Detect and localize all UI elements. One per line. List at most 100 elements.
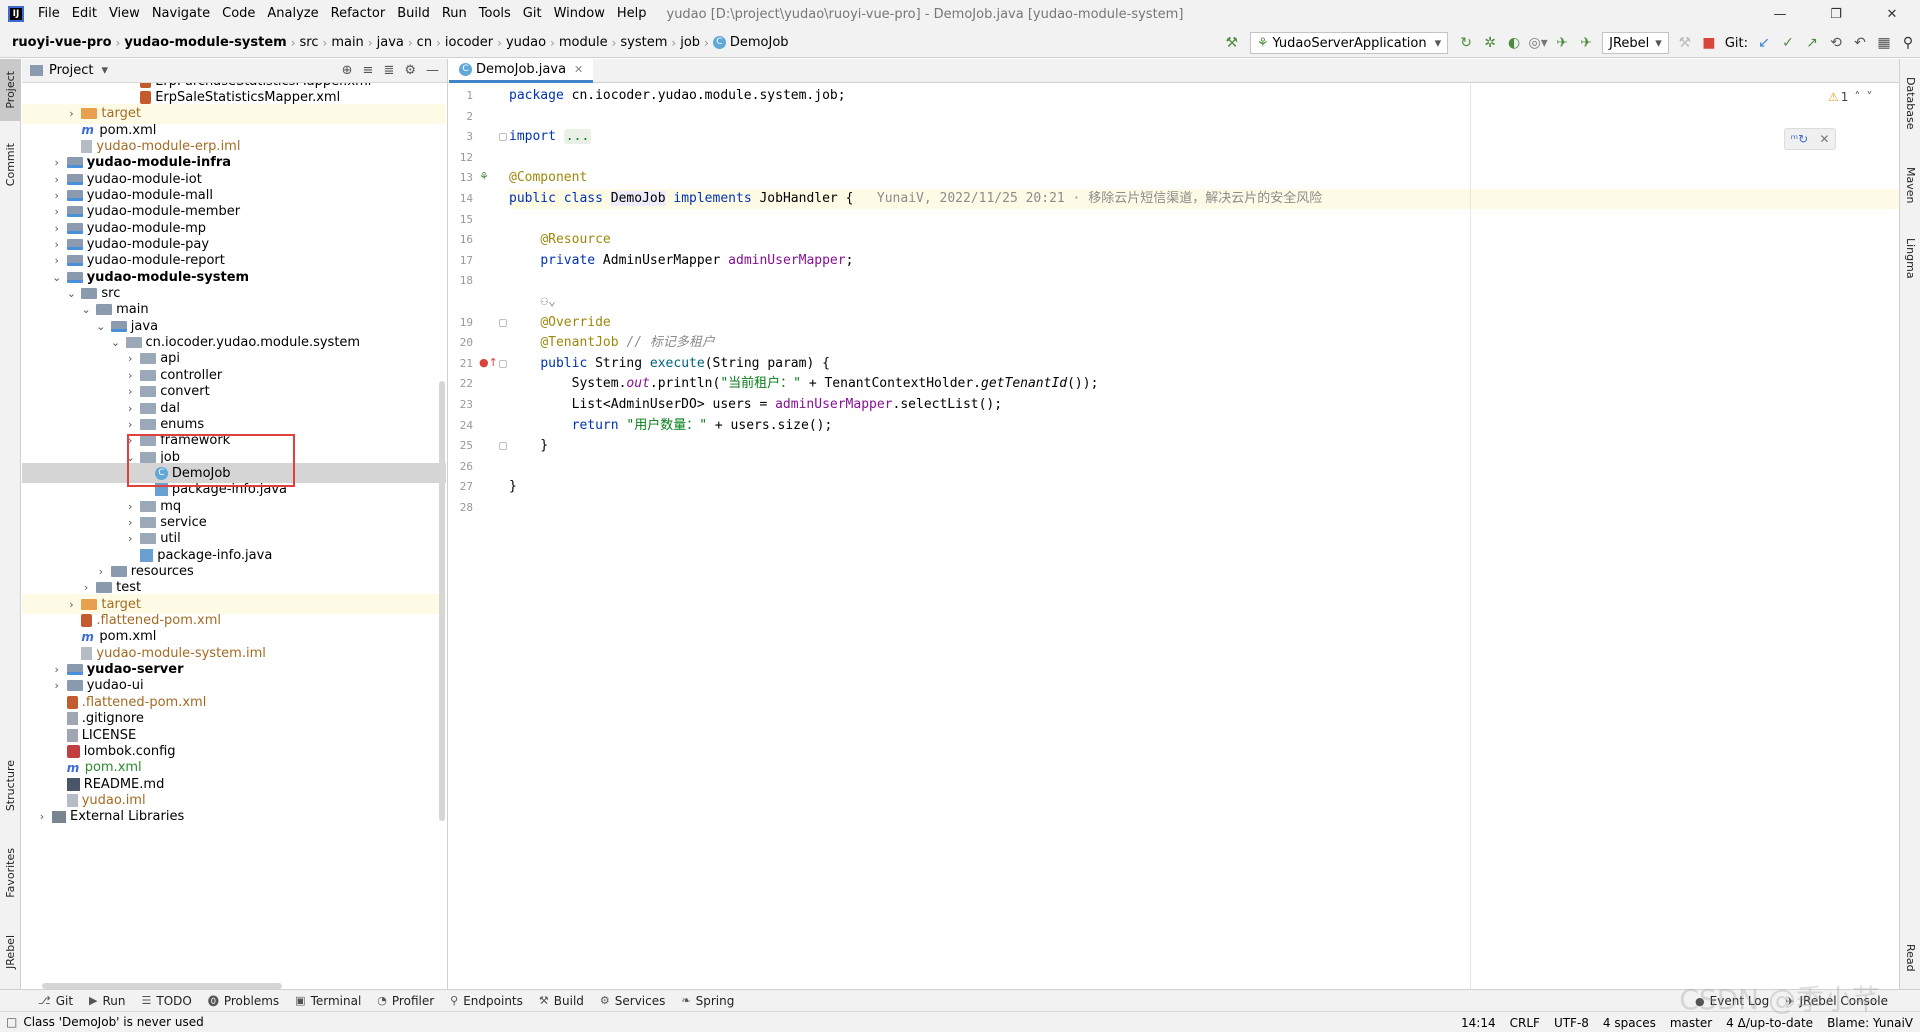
status-item[interactable]: 14:14 xyxy=(1454,1016,1503,1030)
chevron-right-icon[interactable]: › xyxy=(51,189,63,202)
menu-edit[interactable]: Edit xyxy=(66,0,103,28)
tab-project[interactable]: Project xyxy=(0,59,21,121)
chevron-right-icon[interactable]: › xyxy=(95,565,107,578)
tool-build-button[interactable]: ⚒ Build xyxy=(531,994,592,1008)
stop-icon[interactable]: ■ xyxy=(1697,31,1721,55)
git-commit-icon[interactable]: ✓ xyxy=(1776,31,1800,55)
chevron-right-icon[interactable]: › xyxy=(51,254,63,267)
breadcrumb-item[interactable]: job xyxy=(676,35,704,50)
tool-profiler-button[interactable]: ◔ Profiler xyxy=(369,994,442,1008)
tab-database[interactable]: Database xyxy=(1900,67,1920,139)
chevron-right-icon[interactable]: › xyxy=(65,598,77,611)
close-window-button[interactable]: ✕ xyxy=(1864,0,1920,28)
chevron-down-icon[interactable]: ⌄ xyxy=(65,287,77,300)
menu-window[interactable]: Window xyxy=(548,0,611,28)
tool-spring-button[interactable]: ❧ Spring xyxy=(673,994,742,1008)
search-everywhere-icon[interactable]: ⚲ xyxy=(1896,31,1920,55)
menu-build[interactable]: Build xyxy=(391,0,436,28)
close-tab-icon[interactable]: ✕ xyxy=(574,63,583,76)
chevron-right-icon[interactable]: › xyxy=(124,402,136,415)
chevron-right-icon[interactable]: › xyxy=(65,107,77,120)
chevron-down-icon[interactable]: ˅ xyxy=(1866,90,1872,104)
breadcrumb-item[interactable]: iocoder xyxy=(441,35,497,50)
chevron-right-icon[interactable]: › xyxy=(51,238,63,251)
history-icon[interactable]: ⟲ xyxy=(1824,31,1848,55)
breadcrumb-item[interactable]: main xyxy=(327,35,367,50)
tool-problems-button[interactable]: ⓿ Problems xyxy=(200,993,287,1009)
menu-navigate[interactable]: Navigate xyxy=(146,0,216,28)
gear-icon[interactable]: ⚙ xyxy=(404,63,416,78)
hide-icon[interactable]: — xyxy=(426,63,439,78)
breadcrumb-item[interactable]: src xyxy=(296,35,323,50)
profile-icon[interactable]: ◎▾ xyxy=(1526,31,1550,55)
chevron-right-icon[interactable]: › xyxy=(124,369,136,382)
tab-commit[interactable]: Commit xyxy=(0,137,21,193)
menu-view[interactable]: View xyxy=(103,0,146,28)
tree-node[interactable]: › External Libraries xyxy=(22,807,446,827)
fold-marker[interactable] xyxy=(499,442,507,451)
chevron-down-icon[interactable]: ⌄ xyxy=(95,320,107,333)
status-toggle-icon[interactable]: □ xyxy=(6,1015,17,1029)
chevron-right-icon[interactable]: › xyxy=(51,173,63,186)
rerun-icon[interactable]: ↻ xyxy=(1454,31,1478,55)
rollback-icon[interactable]: ↶ xyxy=(1848,31,1872,55)
tab-jrebel[interactable]: JRebel xyxy=(0,921,21,983)
menu-tools[interactable]: Tools xyxy=(473,0,517,28)
menu-file[interactable]: File xyxy=(32,0,66,28)
fold-marker[interactable] xyxy=(499,318,507,327)
project-view-select[interactable]: Project xyxy=(49,63,93,78)
tab-structure[interactable]: Structure xyxy=(0,751,21,821)
tab-favorites[interactable]: Favorites xyxy=(0,837,21,909)
fold-marker[interactable] xyxy=(499,133,507,142)
status-item[interactable]: 4 spaces xyxy=(1596,1016,1663,1030)
chevron-right-icon[interactable]: › xyxy=(51,663,63,676)
git-push-icon[interactable]: ↗ xyxy=(1800,31,1824,55)
spring-bean-icon[interactable]: ⚘ xyxy=(479,170,489,183)
git-update-icon[interactable]: ↙ xyxy=(1752,31,1776,55)
hammer-disabled-icon[interactable]: ⚒ xyxy=(1673,31,1697,55)
menu-help[interactable]: Help xyxy=(611,0,653,28)
menu-refactor[interactable]: Refactor xyxy=(325,0,392,28)
breadcrumb-item[interactable]: cn xyxy=(413,35,436,50)
status-item[interactable]: UTF-8 xyxy=(1547,1016,1596,1030)
chevron-down-icon[interactable]: ⌄ xyxy=(51,271,63,284)
menu-analyze[interactable]: Analyze xyxy=(261,0,324,28)
fold-marker[interactable] xyxy=(499,359,507,368)
menu-git[interactable]: Git xyxy=(517,0,548,28)
breadcrumb-item[interactable]: C DemoJob xyxy=(709,35,793,50)
chevron-right-icon[interactable]: › xyxy=(80,581,92,594)
tool-git-button[interactable]: ⎇ Git xyxy=(30,994,81,1008)
breadcrumb-item[interactable]: system xyxy=(616,35,671,50)
chevron-up-icon[interactable]: ˄ xyxy=(1854,90,1860,104)
close-icon[interactable]: ✕ xyxy=(1819,132,1829,146)
status-item[interactable]: CRLF xyxy=(1503,1016,1547,1030)
tool-endpoints-button[interactable]: ⚲ Endpoints xyxy=(442,994,531,1008)
locate-icon[interactable]: ⊕ xyxy=(342,63,353,78)
tool-todo-button[interactable]: ☰ TODO xyxy=(134,994,200,1008)
minimize-button[interactable]: — xyxy=(1752,0,1808,28)
chevron-right-icon[interactable]: › xyxy=(36,810,48,823)
maximize-button[interactable]: ❐ xyxy=(1808,0,1864,28)
chevron-right-icon[interactable]: › xyxy=(51,156,63,169)
tool-services-button[interactable]: ⚙ Services xyxy=(592,994,673,1008)
menu-run[interactable]: Run xyxy=(436,0,473,28)
collapse-all-icon[interactable]: ≣ xyxy=(383,63,394,78)
chevron-right-icon[interactable]: › xyxy=(124,352,136,365)
tab-demojob-java[interactable]: C DemoJob.java ✕ xyxy=(449,59,594,83)
chevron-right-icon[interactable]: › xyxy=(124,516,136,529)
chevron-right-icon[interactable]: › xyxy=(124,418,136,431)
debug-icon[interactable]: ✲ xyxy=(1478,31,1502,55)
tool-terminal-button[interactable]: ▣ Terminal xyxy=(287,994,369,1008)
jrebel-debug-icon[interactable]: ✈ xyxy=(1574,31,1598,55)
chevron-right-icon[interactable]: › xyxy=(51,205,63,218)
build-hammer-icon[interactable]: ⚒ xyxy=(1220,31,1244,55)
jrebel-run-icon[interactable]: ✈ xyxy=(1550,31,1574,55)
expand-all-icon[interactable]: ≡ xyxy=(363,63,374,78)
run-configuration-select[interactable]: ⚘ YudaoServerApplication ▾ xyxy=(1249,32,1449,54)
chevron-right-icon[interactable]: › xyxy=(124,385,136,398)
breadcrumb-item[interactable]: java xyxy=(373,35,408,50)
chevron-right-icon[interactable]: › xyxy=(51,222,63,235)
implements-method-icon[interactable]: ●↑ xyxy=(479,356,498,369)
tab-maven[interactable]: Maven xyxy=(1900,155,1920,215)
chevron-right-icon[interactable]: › xyxy=(124,532,136,545)
